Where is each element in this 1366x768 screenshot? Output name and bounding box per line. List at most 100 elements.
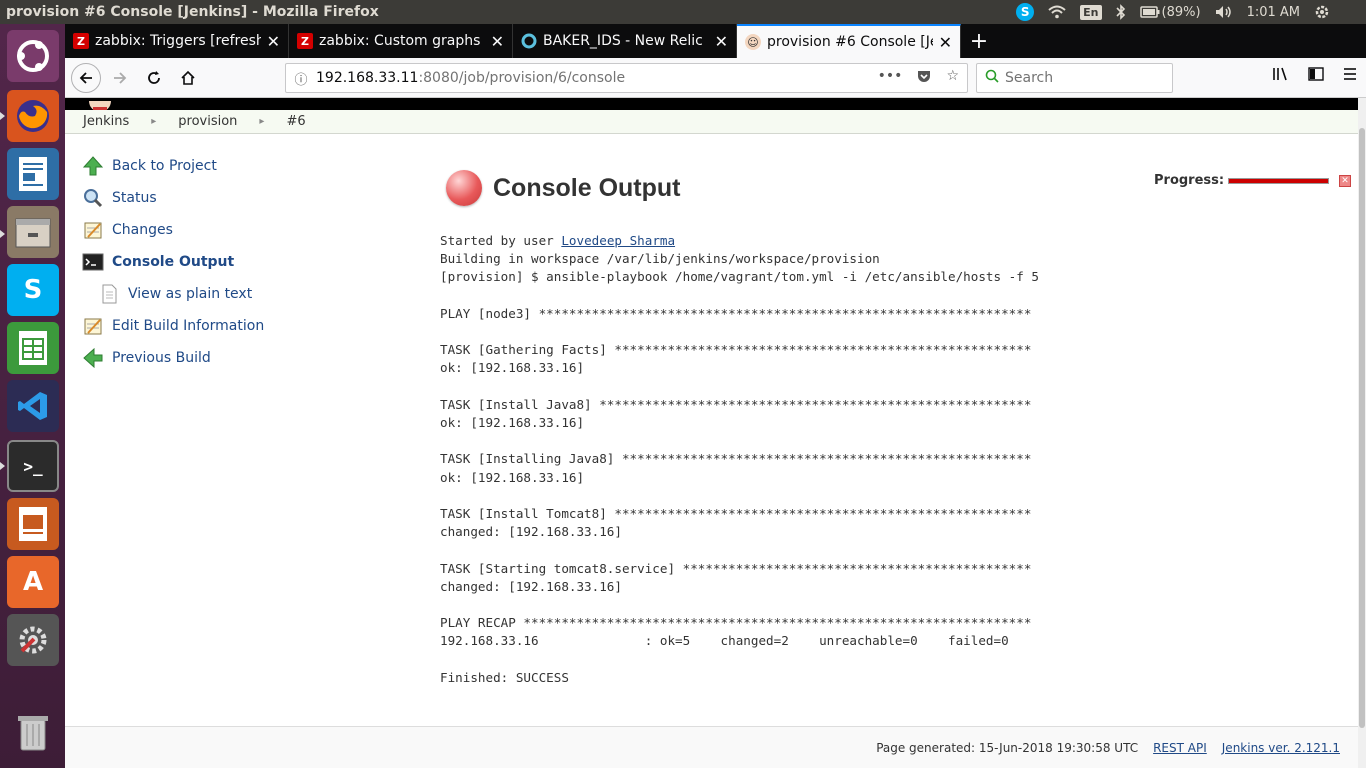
task-status[interactable]: Status bbox=[81, 182, 341, 214]
breadcrumb-separator-icon: ▸ bbox=[259, 116, 265, 127]
ubuntu-dash-icon[interactable] bbox=[7, 30, 59, 82]
jenkins-favicon-icon: ☺ bbox=[745, 34, 761, 50]
page-scrollbar[interactable] bbox=[1358, 98, 1366, 768]
task-changes[interactable]: Changes bbox=[81, 214, 341, 246]
task-console-output[interactable]: Console Output bbox=[81, 246, 341, 278]
skype-launcher-icon[interactable]: S bbox=[7, 264, 59, 316]
library-icon[interactable] bbox=[1272, 66, 1290, 86]
breadcrumb-separator-icon: ▸ bbox=[151, 116, 157, 127]
task-label: Console Output bbox=[112, 254, 235, 270]
tab-zabbix-triggers[interactable]: Z zabbix: Triggers [refresh ✕ bbox=[65, 24, 289, 58]
task-label: View as plain text bbox=[128, 286, 253, 302]
console-output: Started by user Lovedeep Sharma Building… bbox=[440, 232, 1039, 687]
document-icon bbox=[97, 282, 121, 306]
jenkins-version-link[interactable]: Jenkins ver. 2.121.1 bbox=[1222, 741, 1340, 755]
system-tray: S En (89%) 1:01 AM bbox=[1016, 3, 1366, 21]
session-gear-icon[interactable] bbox=[1314, 4, 1330, 20]
tab-close-icon[interactable]: ✕ bbox=[939, 33, 952, 52]
task-view-plain-text[interactable]: View as plain text bbox=[81, 278, 341, 310]
tab-close-icon[interactable]: ✕ bbox=[267, 32, 280, 51]
vscode-launcher-icon[interactable] bbox=[7, 380, 59, 432]
task-label: Status bbox=[112, 190, 157, 206]
ubuntu-launcher: S >_ A bbox=[0, 24, 65, 768]
progress-indicator: Progress: ✕ bbox=[1154, 173, 1352, 188]
task-back-to-project[interactable]: Back to Project bbox=[81, 150, 341, 182]
volume-icon[interactable] bbox=[1215, 5, 1233, 19]
task-label: Previous Build bbox=[112, 350, 211, 366]
bluetooth-icon[interactable] bbox=[1115, 4, 1126, 20]
home-button[interactable] bbox=[173, 63, 203, 93]
page-actions-icon[interactable]: ••• bbox=[878, 68, 903, 88]
tab-label: zabbix: Triggers [refresh bbox=[95, 33, 261, 49]
jenkins-page: Jenkins ▸ provision ▸ #6 Back to Project… bbox=[65, 98, 1358, 768]
tab-close-icon[interactable]: ✕ bbox=[715, 32, 728, 51]
progress-bar bbox=[1228, 177, 1330, 184]
stop-build-icon[interactable]: ✕ bbox=[1339, 174, 1352, 187]
tab-jenkins-console[interactable]: ☺ provision #6 Console [Je ✕ bbox=[737, 24, 961, 58]
calc-launcher-icon[interactable] bbox=[7, 322, 59, 374]
breadcrumb-jenkins[interactable]: Jenkins bbox=[83, 114, 137, 129]
bookmark-star-icon[interactable]: ☆ bbox=[946, 68, 959, 88]
zabbix-favicon-icon: Z bbox=[297, 33, 313, 49]
build-status-ball-icon bbox=[446, 170, 482, 206]
left-arrow-icon bbox=[81, 346, 105, 370]
skype-tray-icon[interactable]: S bbox=[1016, 3, 1035, 21]
pocket-icon[interactable] bbox=[916, 68, 932, 88]
task-label: Back to Project bbox=[112, 158, 217, 174]
firefox-launcher-icon[interactable] bbox=[7, 90, 59, 142]
tab-label: zabbix: Custom graphs [ bbox=[319, 33, 485, 49]
url-path: :8080/job/provision/6/console bbox=[418, 70, 626, 86]
new-tab-button[interactable]: + bbox=[961, 24, 997, 58]
site-info-icon[interactable]: ⓘ bbox=[286, 69, 316, 88]
search-input[interactable]: Search bbox=[976, 63, 1173, 93]
system-top-panel: provision #6 Console [Jenkins] - Mozilla… bbox=[0, 0, 1366, 24]
user-link[interactable]: Lovedeep Sharma bbox=[561, 233, 675, 248]
new-relic-favicon-icon bbox=[521, 33, 537, 49]
task-edit-build-information[interactable]: Edit Build Information bbox=[81, 310, 341, 342]
page-generated: Page generated: 15-Jun-2018 19:30:58 UTC bbox=[876, 741, 1139, 755]
writer-launcher-icon[interactable] bbox=[7, 148, 59, 200]
back-button[interactable] bbox=[71, 62, 101, 93]
software-center-launcher-icon[interactable]: A bbox=[7, 556, 59, 608]
forward-button[interactable] bbox=[105, 63, 135, 93]
files-launcher-icon[interactable] bbox=[7, 206, 59, 258]
tab-zabbix-graphs[interactable]: Z zabbix: Custom graphs [ ✕ bbox=[289, 24, 513, 58]
console-started-by: Started by user bbox=[440, 233, 562, 248]
reload-button[interactable] bbox=[139, 63, 169, 93]
sidebar-toggle-icon[interactable] bbox=[1308, 66, 1324, 86]
tab-label: provision #6 Console [Je bbox=[767, 34, 933, 50]
page-footer: Page generated: 15-Jun-2018 19:30:58 UTC… bbox=[65, 726, 1358, 768]
trash-launcher-icon[interactable] bbox=[7, 706, 59, 758]
task-previous-build[interactable]: Previous Build bbox=[81, 342, 341, 374]
search-icon bbox=[985, 69, 999, 87]
task-label: Edit Build Information bbox=[112, 318, 265, 334]
navigation-toolbar: ⓘ 192.168.33.11:8080/job/provision/6/con… bbox=[65, 58, 1366, 98]
jenkins-header bbox=[65, 98, 1358, 113]
terminal-icon bbox=[81, 250, 105, 274]
wifi-icon[interactable] bbox=[1048, 5, 1066, 19]
hamburger-menu-icon[interactable] bbox=[1342, 66, 1358, 86]
notepad-icon bbox=[81, 218, 105, 242]
up-arrow-icon bbox=[81, 154, 105, 178]
tab-new-relic[interactable]: BAKER_IDS - New Relic ✕ bbox=[513, 24, 737, 58]
notepad-icon bbox=[81, 314, 105, 338]
system-settings-launcher-icon[interactable] bbox=[7, 614, 59, 666]
breadcrumb-build[interactable]: #6 bbox=[286, 114, 313, 129]
browser-tab-bar: Z zabbix: Triggers [refresh ✕ Z zabbix: … bbox=[65, 24, 1366, 58]
scrollbar-thumb[interactable] bbox=[1359, 128, 1365, 728]
window-title: provision #6 Console [Jenkins] - Mozilla… bbox=[6, 4, 379, 20]
battery-icon[interactable]: (89%) bbox=[1139, 5, 1201, 20]
impress-launcher-icon[interactable] bbox=[7, 498, 59, 550]
tab-close-icon[interactable]: ✕ bbox=[491, 32, 504, 51]
terminal-launcher-icon[interactable]: >_ bbox=[7, 440, 59, 492]
jenkins-logo-icon[interactable] bbox=[83, 98, 117, 113]
search-placeholder: Search bbox=[1005, 70, 1054, 86]
zabbix-favicon-icon: Z bbox=[73, 33, 89, 49]
breadcrumb-provision[interactable]: provision bbox=[178, 114, 245, 129]
page-title: Console Output bbox=[493, 173, 681, 202]
clock[interactable]: 1:01 AM bbox=[1247, 5, 1300, 20]
breadcrumb: Jenkins ▸ provision ▸ #6 bbox=[65, 110, 1358, 134]
rest-api-link[interactable]: REST API bbox=[1153, 741, 1207, 755]
keyboard-layout-indicator[interactable]: En bbox=[1080, 4, 1102, 20]
url-bar[interactable]: ⓘ 192.168.33.11:8080/job/provision/6/con… bbox=[285, 63, 968, 93]
